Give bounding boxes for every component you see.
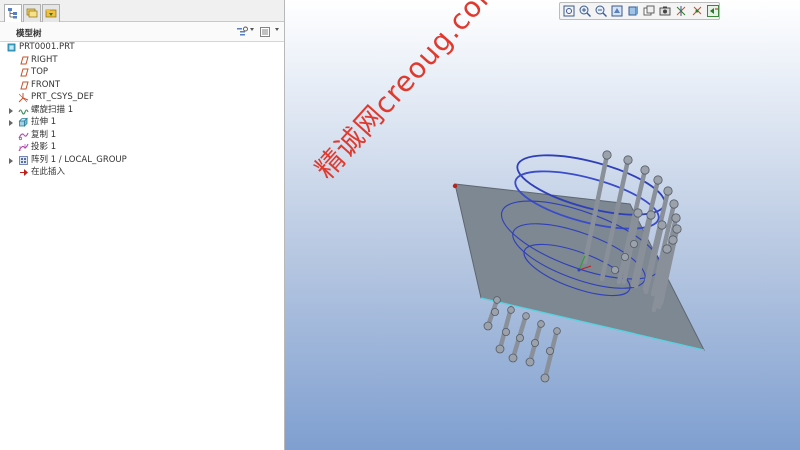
navigator-panel: 模型树 PRT0001.PRT RIGHT TOP FRONT PRT_CSYS…: [0, 0, 285, 450]
expand-arrow-icon[interactable]: [9, 107, 13, 114]
tree-item-label: 投影 1: [31, 142, 57, 152]
datum-plane-icon: [18, 80, 29, 91]
tree-item-label: 阵列 1 / LOCAL_GROUP: [31, 154, 127, 165]
expand-arrow-icon[interactable]: [9, 157, 13, 164]
tree-settings-button[interactable]: [236, 26, 248, 38]
tab-layers[interactable]: [23, 4, 41, 22]
tab-model-tree[interactable]: [4, 4, 22, 23]
tree-item-label: 复制 1: [31, 129, 57, 140]
part-icon: [6, 42, 17, 53]
folder-browser-icon: [45, 9, 57, 18]
tree-item-projection[interactable]: 投影 1: [0, 141, 284, 154]
tree-item-pattern[interactable]: 阵列 1 / LOCAL_GROUP: [0, 154, 284, 167]
expand-arrow-icon[interactable]: [9, 120, 13, 126]
tree-item-csys[interactable]: PRT_CSYS_DEF: [0, 91, 284, 104]
show-icon: [260, 27, 270, 37]
model-view[interactable]: [285, 0, 800, 450]
copy-icon: [18, 130, 29, 141]
tree-item-label: 螺旋扫描 1: [31, 104, 74, 115]
tree-item-helical-sweep[interactable]: 螺旋扫描 1: [0, 104, 284, 117]
tab-folder-browser[interactable]: [42, 4, 60, 22]
tree-item-label: RIGHT: [31, 54, 58, 65]
model-tree-title: 模型树: [16, 29, 42, 39]
tree-item-insert-here[interactable]: 在此插入: [0, 166, 284, 179]
helical-sweep-icon: [18, 105, 29, 116]
tree-settings-dropdown-icon[interactable]: [250, 28, 254, 31]
tree-item-label: PRT_CSYS_DEF: [31, 92, 94, 102]
show-dropdown-icon[interactable]: [275, 28, 279, 31]
tree-item-right-plane[interactable]: RIGHT: [0, 54, 284, 67]
tree-item-label: 在此插入: [31, 167, 66, 177]
tree-item-top-plane[interactable]: TOP: [0, 66, 284, 79]
projection-icon: [18, 142, 29, 153]
navigator-tabbar: [0, 0, 284, 23]
tree-settings-icon: [237, 26, 248, 36]
extrude-icon: [18, 117, 29, 128]
tree-item-label: PRT0001.PRT: [19, 42, 75, 52]
tree-item-label: 拉伸 1: [31, 117, 57, 127]
tree-item-front-plane[interactable]: FRONT: [0, 79, 284, 92]
graphics-window[interactable]: 精诚网creoug.com: [285, 0, 800, 450]
model-tree-header: 模型树: [0, 22, 284, 42]
tree-item-label: TOP: [31, 67, 49, 77]
pattern-icon: [18, 155, 29, 166]
datum-plane-icon: [18, 67, 29, 78]
show-button[interactable]: [259, 26, 271, 38]
tree-item-label: FRONT: [31, 79, 61, 90]
tree-item-extrude[interactable]: 拉伸 1: [0, 116, 284, 129]
datum-plane-icon: [18, 55, 29, 66]
tree-item-part[interactable]: PRT0001.PRT: [0, 41, 284, 54]
tree-item-copy[interactable]: 复制 1: [0, 129, 284, 142]
model-tree-icon: [8, 8, 17, 19]
start-point-marker: [452, 183, 458, 189]
layers-icon: [26, 8, 38, 18]
csys-icon: [18, 92, 29, 103]
insert-here-icon: [18, 167, 29, 178]
